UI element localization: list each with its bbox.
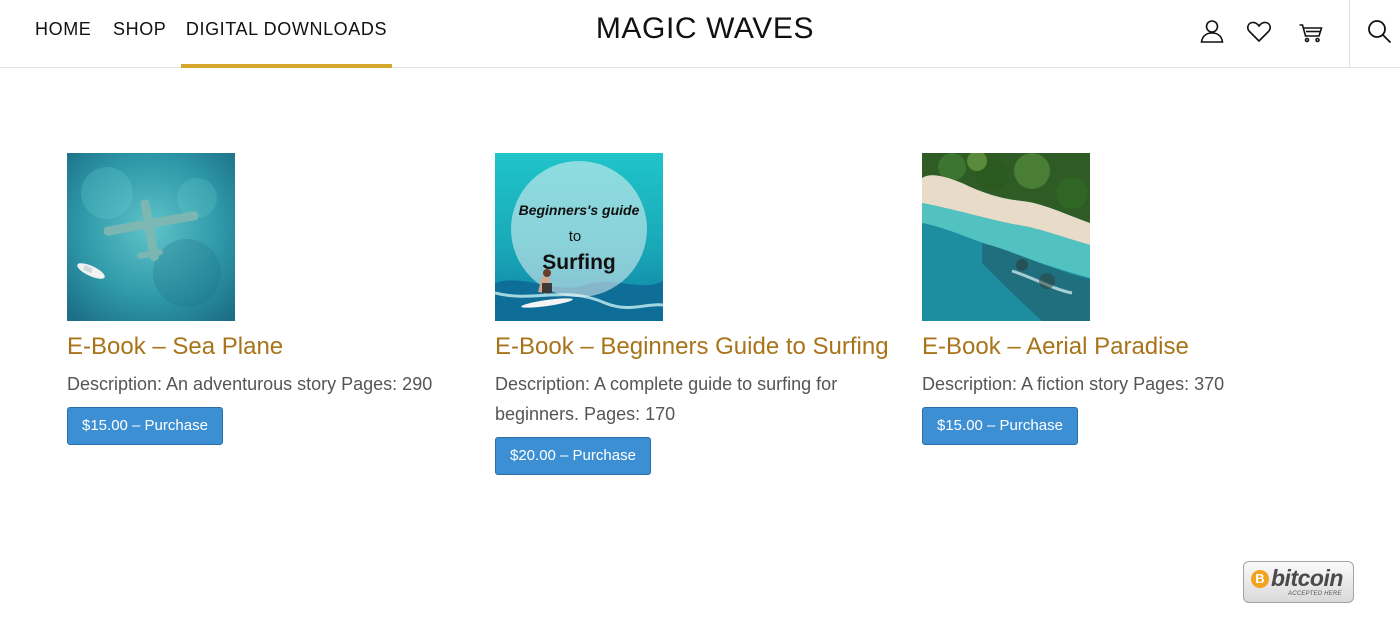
- purchase-button[interactable]: $20.00 – Purchase: [495, 437, 651, 475]
- product-title[interactable]: E-Book – Sea Plane: [67, 331, 487, 363]
- product-description: Description: A complete guide to surfing…: [495, 374, 838, 424]
- cart-icon[interactable]: [1298, 18, 1324, 44]
- product-description: Description: An adventurous story Pages:…: [67, 374, 433, 394]
- heart-icon[interactable]: [1246, 18, 1272, 44]
- product-image-aerial-paradise[interactable]: [922, 153, 1090, 321]
- user-icon[interactable]: [1199, 18, 1225, 44]
- product-card: Beginners's guide to Surfing E-Book – Be…: [495, 153, 915, 475]
- bitcoin-subtext: ACCEPTED HERE: [1288, 591, 1342, 597]
- purchase-button[interactable]: $15.00 – Purchase: [67, 407, 223, 445]
- cover-text-line1: Beginners's guide: [519, 202, 640, 218]
- site-logo[interactable]: MAGIC WAVES: [555, 12, 855, 46]
- bitcoin-wordmark: bitcoin: [1271, 565, 1343, 591]
- product-card: E-Book – Sea Plane Description: An adven…: [67, 153, 487, 445]
- nav-item-digital-downloads[interactable]: DIGITAL DOWNLOADS: [181, 0, 392, 68]
- purchase-button[interactable]: $15.00 – Purchase: [922, 407, 1078, 445]
- product-title[interactable]: E-Book – Aerial Paradise: [922, 331, 1342, 363]
- product-description: Description: A fiction story Pages: 370: [922, 374, 1225, 394]
- nav-item-home[interactable]: HOME: [35, 0, 95, 68]
- product-image-surfing[interactable]: Beginners's guide to Surfing: [495, 153, 663, 321]
- cover-text-line2: to: [569, 228, 582, 245]
- nav-item-label: DIGITAL DOWNLOADS: [185, 19, 388, 39]
- cover-text-line3: Surfing: [542, 251, 616, 274]
- active-nav-underline: [181, 64, 392, 68]
- nav-item-shop[interactable]: SHOP: [113, 0, 169, 68]
- site-header: HOME SHOP DIGITAL DOWNLOADS MAGIC WAVES: [0, 0, 1400, 68]
- product-image-sea-plane[interactable]: [67, 153, 235, 321]
- bitcoin-accepted-badge: B bitcoin ACCEPTED HERE: [1243, 561, 1354, 603]
- product-card: E-Book – Aerial Paradise Description: A …: [922, 153, 1342, 445]
- bitcoin-icon: B: [1251, 570, 1269, 588]
- search-icon[interactable]: [1366, 18, 1392, 44]
- product-title[interactable]: E-Book – Beginners Guide to Surfing: [495, 331, 915, 363]
- header-divider: [1349, 0, 1350, 68]
